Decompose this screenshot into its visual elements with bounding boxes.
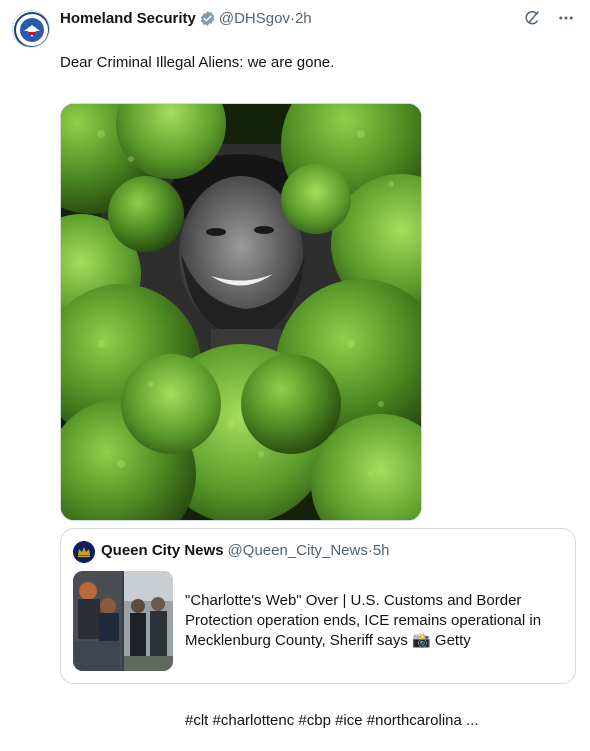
quoted-timestamp[interactable]: 5h (373, 542, 390, 559)
quoted-tweet-text: "Charlotte's Web" Over | U.S. Customs an… (185, 571, 565, 751)
foliage-face-photo (61, 104, 421, 520)
grok-icon[interactable] (522, 8, 542, 28)
thumbnail-left-photo (73, 571, 122, 671)
more-options-icon[interactable] (556, 8, 576, 28)
tweet-actions-top (522, 8, 576, 28)
dhs-avatar[interactable] (12, 10, 50, 48)
tweet-media-image[interactable] (60, 103, 422, 521)
dhs-seal-icon (14, 12, 49, 47)
thumbnail-right-photo (124, 571, 173, 671)
tweet-text-line-1: Dear Criminal Illegal Aliens: we are gon… (60, 54, 335, 71)
quoted-tweet-card[interactable]: Queen City News @Queen_City_News · 5h "C… (60, 528, 576, 729)
tweet-timestamp[interactable]: 2h (295, 10, 312, 27)
quoted-tweet-header: Queen City News @Queen_City_News · 5h (101, 542, 390, 559)
quoted-author-avatar[interactable] (73, 541, 95, 563)
tweet-header: Homeland Security @DHSgov · 2h (60, 8, 312, 28)
crown-icon (78, 547, 90, 558)
author-display-name[interactable]: Homeland Security (60, 10, 196, 27)
author-handle[interactable]: @DHSgov (219, 10, 290, 27)
quoted-text-main: "Charlotte's Web" Over | U.S. Customs an… (185, 592, 542, 649)
verified-badge-icon (199, 10, 216, 27)
quoted-author-display-name[interactable]: Queen City News (101, 542, 224, 559)
quoted-text-hashtags[interactable]: #clt #charlottenc #cbp #ice #northcaroli… (185, 711, 565, 731)
quoted-tweet-thumbnail[interactable] (73, 571, 173, 671)
quoted-author-handle[interactable]: @Queen_City_News (228, 542, 368, 559)
